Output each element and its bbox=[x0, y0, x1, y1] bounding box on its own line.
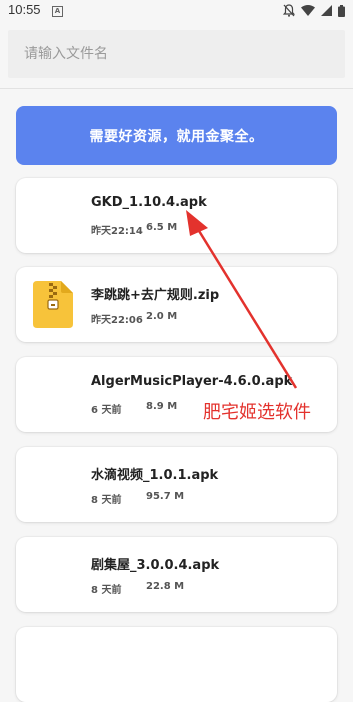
file-size: 8.9 M bbox=[146, 401, 178, 412]
status-bar: 10:55 A bbox=[0, 0, 353, 24]
search-input[interactable] bbox=[8, 30, 345, 78]
file-date: 昨天22:14 bbox=[91, 226, 143, 237]
promo-banner[interactable]: 需要好资源，就用金聚全。 bbox=[16, 106, 337, 165]
file-name: 李跳跳+去广规则.zip bbox=[91, 288, 220, 303]
bell-off-icon bbox=[283, 4, 295, 17]
notification-app-icon: A bbox=[52, 6, 63, 17]
signal-icon bbox=[321, 5, 332, 16]
file-item[interactable]: 剧集屋_3.0.0.4.apk 8 天前 22.8 M bbox=[16, 537, 337, 612]
status-time: 10:55 bbox=[8, 2, 41, 17]
file-date: 6 天前 bbox=[91, 405, 122, 416]
search-box[interactable] bbox=[8, 30, 345, 78]
battery-icon bbox=[338, 4, 345, 17]
file-meta: 6 天前 8.9 M bbox=[91, 401, 177, 416]
file-name: 剧集屋_3.0.0.4.apk bbox=[91, 558, 220, 573]
file-item[interactable] bbox=[16, 627, 337, 702]
file-item[interactable]: GKD_1.10.4.apk 昨天22:14 6.5 M bbox=[16, 178, 337, 253]
file-name: 水滴视频_1.0.1.apk bbox=[91, 468, 219, 483]
status-icons bbox=[283, 4, 345, 17]
file-date: 昨天22:06 bbox=[91, 315, 143, 326]
file-meta: 昨天22:06 2.0 M bbox=[91, 311, 177, 326]
file-item[interactable]: 李跳跳+去广规则.zip 昨天22:06 2.0 M bbox=[16, 267, 337, 342]
file-size: 2.0 M bbox=[146, 311, 178, 322]
file-meta: 昨天22:14 6.5 M bbox=[91, 222, 177, 237]
annotation-text: 肥宅姬选软件 bbox=[203, 402, 311, 423]
banner-text: 需要好资源，就用金聚全。 bbox=[89, 128, 264, 145]
file-meta: 8 天前 95.7 M bbox=[91, 491, 184, 506]
file-date: 8 天前 bbox=[91, 585, 122, 596]
file-size: 6.5 M bbox=[146, 222, 178, 233]
file-name: AlgerMusicPlayer-4.6.0.apk bbox=[91, 374, 293, 389]
file-meta: 8 天前 22.8 M bbox=[91, 581, 184, 596]
file-name: GKD_1.10.4.apk bbox=[91, 195, 207, 210]
file-item[interactable]: 水滴视频_1.0.1.apk 8 天前 95.7 M bbox=[16, 447, 337, 522]
divider bbox=[0, 88, 353, 89]
file-date: 8 天前 bbox=[91, 495, 122, 506]
zip-file-icon bbox=[33, 281, 73, 328]
wifi-icon bbox=[301, 5, 315, 16]
file-size: 22.8 M bbox=[146, 581, 185, 592]
file-size: 95.7 M bbox=[146, 491, 185, 502]
